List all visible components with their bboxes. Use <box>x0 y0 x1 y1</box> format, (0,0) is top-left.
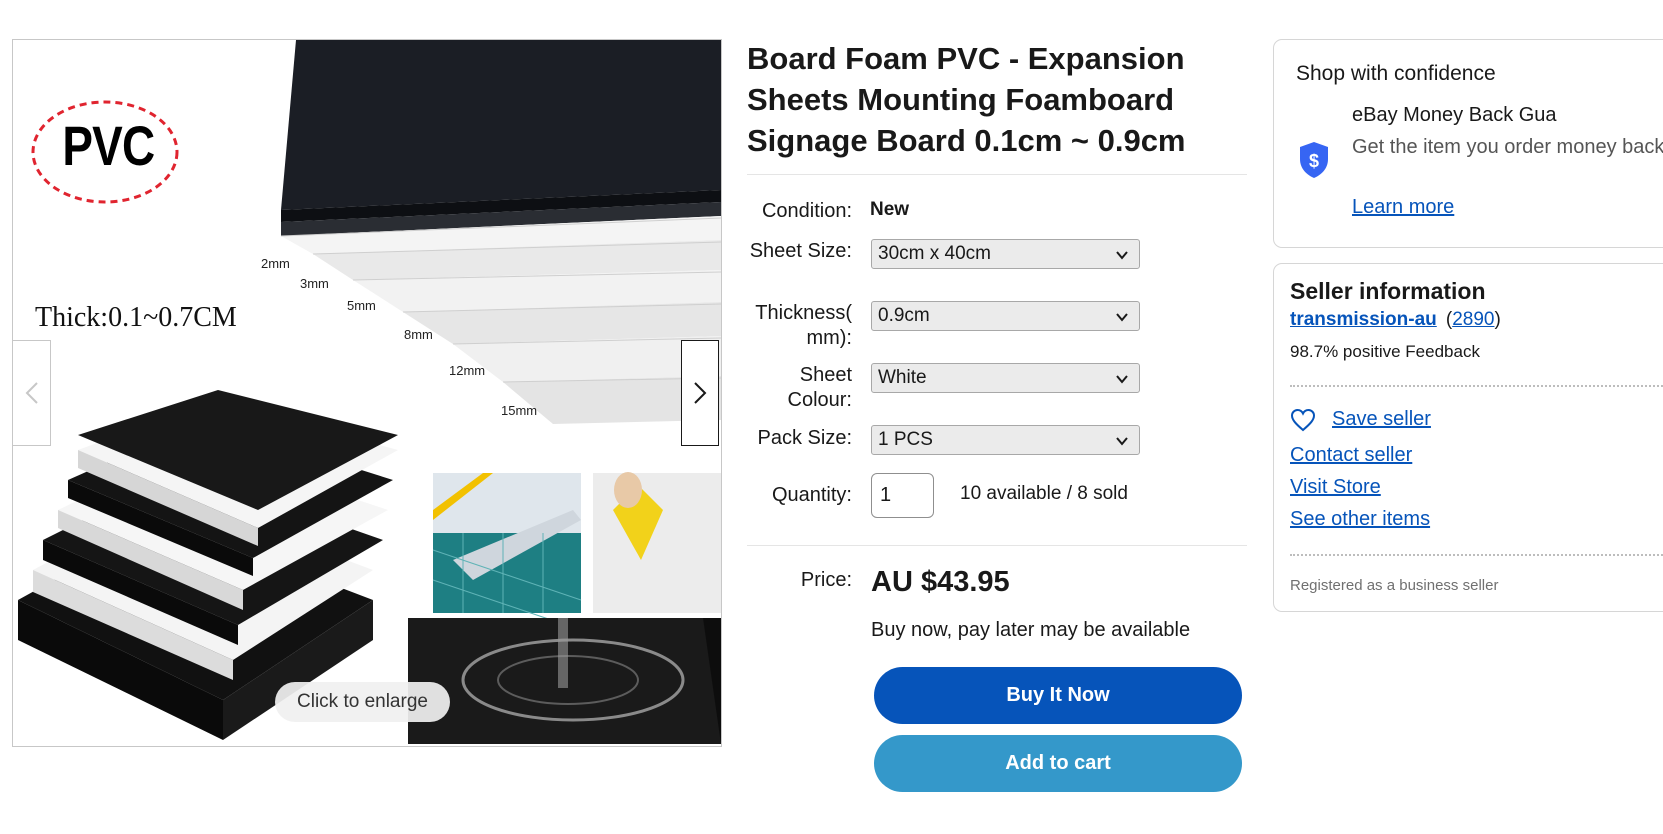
chevron-down-icon <box>1116 313 1128 322</box>
thickness-label: 3mm <box>300 276 329 291</box>
learn-more-link[interactable]: Learn more <box>1352 196 1454 219</box>
money-back-description: Get the item you order money back. <box>1352 136 1663 158</box>
seller-information-card: Seller information transmission-au (2890… <box>1273 263 1663 612</box>
pvc-badge-text: PVC <box>62 114 155 177</box>
registered-business-text: Registered as a business seller <box>1290 577 1499 594</box>
sheet-size-value: 30cm x 40cm <box>878 243 991 264</box>
buy-it-now-button[interactable]: Buy It Now <box>874 667 1242 724</box>
option-label-pack-size: Pack Size: <box>757 427 852 449</box>
dotted-divider <box>1290 554 1663 556</box>
gallery-prev-button[interactable] <box>13 340 51 446</box>
chevron-right-icon <box>694 382 707 404</box>
quantity-input[interactable] <box>871 473 934 518</box>
sheet-size-select[interactable]: 30cm x 40cm <box>871 239 1140 269</box>
money-back-title: eBay Money Back Gua <box>1352 104 1557 126</box>
svg-text:$: $ <box>1309 151 1319 171</box>
chevron-down-icon <box>1116 251 1128 260</box>
save-seller-link[interactable]: Save seller <box>1332 408 1431 431</box>
heart-icon[interactable] <box>1290 408 1316 432</box>
product-title: Board Foam PVC - Expansion Sheets Mounti… <box>747 41 1186 158</box>
feedback-count-link[interactable]: 2890 <box>1452 309 1494 330</box>
sheet-colour-select[interactable]: White <box>871 363 1140 393</box>
dotted-divider <box>1290 385 1663 387</box>
contact-seller-link[interactable]: Contact seller <box>1290 444 1412 467</box>
gallery-next-button[interactable] <box>681 340 719 446</box>
divider <box>747 545 1247 546</box>
quantity-label: Quantity: <box>771 484 852 506</box>
click-to-enlarge-button[interactable]: Click to enlarge <box>275 682 450 722</box>
condition-value: New <box>870 199 910 220</box>
seller-username-link[interactable]: transmission-au <box>1290 309 1437 330</box>
pack-size-select[interactable]: 1 PCS <box>871 425 1140 455</box>
positive-feedback: 98.7% positive Feedback <box>1290 342 1480 361</box>
thickness-caption: Thick:0.1~0.7CM <box>35 302 237 333</box>
seller-name-line: transmission-au (2890) <box>1290 309 1501 331</box>
option-label-sheet-colour: Sheet Colour: <box>787 364 852 411</box>
chevron-down-icon <box>1116 437 1128 446</box>
chevron-left-icon <box>25 382 38 404</box>
sheet-colour-value: White <box>878 367 927 388</box>
pack-size-value: 1 PCS <box>878 429 933 450</box>
thickness-label: 12mm <box>449 363 486 378</box>
price-value: AU $43.95 <box>871 566 1010 598</box>
confidence-title: Shop with confidence <box>1296 62 1496 85</box>
thickness-select[interactable]: 0.9cm <box>871 301 1140 331</box>
price-label: Price: <box>800 569 852 591</box>
thickness-label: 2mm <box>261 256 290 271</box>
chevron-down-icon <box>1116 375 1128 384</box>
see-other-items-link[interactable]: See other items <box>1290 508 1430 531</box>
visit-store-link[interactable]: Visit Store <box>1290 476 1381 499</box>
shop-with-confidence-card: Shop with confidence $ eBay Money Back G… <box>1273 39 1663 248</box>
option-label-thickness: Thickness( mm): <box>755 302 852 349</box>
divider <box>747 174 1247 175</box>
thickness-label: 8mm <box>404 327 433 342</box>
paren-close: ) <box>1494 309 1501 330</box>
seller-info-title: Seller information <box>1290 278 1486 304</box>
thickness-label: 5mm <box>347 298 376 313</box>
paren-open: ( <box>1442 309 1453 330</box>
thickness-value: 0.9cm <box>878 305 930 326</box>
image-gallery[interactable]: PVC Thick:0.1~0.7CM 2mm 3mm 5mm 8mm 12mm… <box>12 39 722 747</box>
availability-text: 10 available / 8 sold <box>960 483 1128 504</box>
condition-label: Condition: <box>761 200 852 222</box>
option-label-sheet-size: Sheet Size: <box>749 240 852 262</box>
add-to-cart-button[interactable]: Add to cart <box>874 735 1242 792</box>
bnpl-text: Buy now, pay later may be available <box>871 619 1191 641</box>
thickness-label: 15mm <box>501 403 538 418</box>
shield-dollar-icon: $ <box>1300 142 1328 178</box>
